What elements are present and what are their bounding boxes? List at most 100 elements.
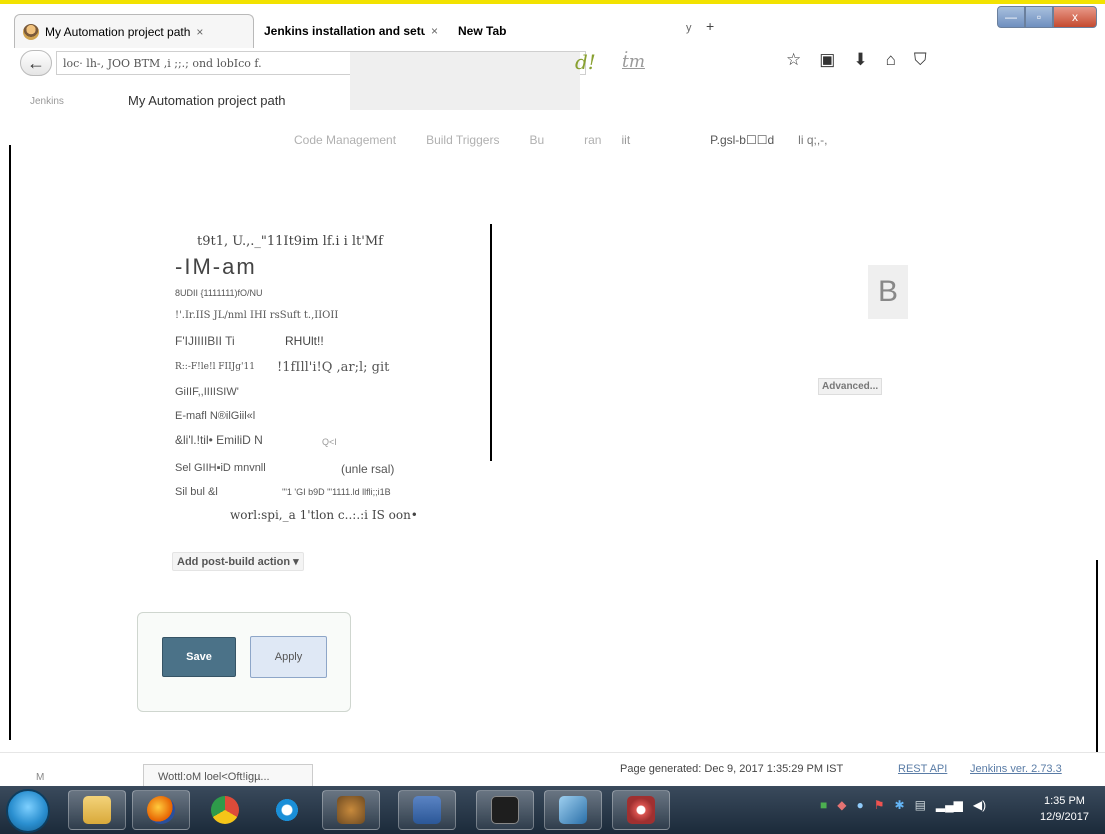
tray-chrome-icon[interactable]: ● xyxy=(856,798,863,812)
tray-flag-icon[interactable]: ⚑ xyxy=(874,798,885,812)
list-item[interactable]: Sil bul &l xyxy=(175,486,218,498)
menu-divider xyxy=(490,224,492,461)
list-item[interactable]: '"1 'GI b9D "'1111.ld llfli;;i1B xyxy=(282,487,391,497)
reader-marker: ṫm xyxy=(622,52,645,72)
maximize-button[interactable]: ▫ xyxy=(1025,6,1053,28)
tray-volume-icon[interactable]: ◀) xyxy=(973,798,986,812)
tab-misc[interactable]: iit xyxy=(621,133,630,147)
downloads-icon[interactable]: ⬇ xyxy=(853,50,867,70)
tab-jenkins-installation[interactable]: Jenkins installation and setup × xyxy=(256,14,446,48)
taskbar-gimp[interactable] xyxy=(322,790,380,830)
tray-network-app-icon[interactable]: ◆ xyxy=(837,798,846,812)
list-item[interactable]: Q<I xyxy=(322,437,337,447)
close-window-button[interactable]: x xyxy=(1053,6,1097,28)
page-generated-timestamp: Page generated: Dec 9, 2017 1:35:29 PM I… xyxy=(620,763,844,775)
tray-device-icon[interactable]: ▤ xyxy=(915,798,926,812)
tab-source-code-management[interactable]: Code Management xyxy=(294,133,396,147)
list-item[interactable]: -IM-am xyxy=(175,254,257,280)
rest-api-link[interactable]: REST API xyxy=(898,763,947,775)
folder-icon xyxy=(83,796,111,824)
snipping-tool-icon xyxy=(627,796,655,824)
bookmarks-library-icon[interactable]: ▣ xyxy=(819,50,835,70)
new-tab-button[interactable]: + xyxy=(706,18,714,34)
bookmark-marker: d! xyxy=(575,50,596,74)
back-button[interactable]: ← xyxy=(20,50,52,76)
taskbar-word[interactable] xyxy=(398,790,456,830)
list-item[interactable]: 8UDII {1111111)fO/NU xyxy=(175,288,263,298)
right-edge-divider xyxy=(1096,560,1098,760)
tray-app-icon[interactable]: ■ xyxy=(820,798,827,812)
window-controls: — ▫ x xyxy=(997,6,1097,28)
tab-build-triggers[interactable]: Build Triggers xyxy=(426,133,499,147)
gimp-icon xyxy=(337,796,365,824)
list-item[interactable]: E-mafl N®ilGiil«l xyxy=(175,410,255,422)
left-edge-divider xyxy=(9,145,11,740)
chrome-icon xyxy=(211,796,239,824)
footer-marker: M xyxy=(36,772,45,783)
list-item[interactable]: Sel GIIH▪iD mnvnll xyxy=(175,462,266,474)
jenkins-favicon-icon xyxy=(23,23,39,40)
tab-title: Jenkins installation and setup xyxy=(264,24,425,38)
taskbar-chrome[interactable] xyxy=(196,790,254,830)
chevron-down-icon: ▾ xyxy=(293,556,299,568)
home-icon[interactable]: ⌂ xyxy=(886,50,896,70)
page-title[interactable]: My Automation project path xyxy=(128,93,286,108)
firefox-icon xyxy=(147,796,175,824)
taskbar-internet-explorer[interactable] xyxy=(258,790,316,830)
internet-explorer-icon xyxy=(273,796,301,824)
start-button[interactable] xyxy=(6,789,50,833)
tab-new-tab[interactable]: New Tab xyxy=(450,14,560,48)
breadcrumb-jenkins[interactable]: Jenkins xyxy=(30,96,64,107)
tab-list-dropdown-icon[interactable]: y xyxy=(686,22,692,34)
apply-button[interactable]: Apply xyxy=(250,636,327,678)
tab-title: My Automation project path xyxy=(45,24,191,39)
toolbar-icons: ☆ ▣ ⬇ ⌂ ⛉ xyxy=(786,50,927,70)
close-tab-icon[interactable]: × xyxy=(196,25,203,39)
tab-strip: My Automation project path × Jenkins ins… xyxy=(0,4,1105,48)
list-item[interactable]: R::-F!le!l FIIJg'11 xyxy=(175,362,255,372)
tray-bluetooth-icon[interactable]: ✱ xyxy=(895,798,905,812)
list-item[interactable]: !1fIll'i!Q ,ar;l; git xyxy=(277,360,389,375)
save-button[interactable]: Save xyxy=(162,637,236,677)
url-text: loc· lh-, JOO BTM ,i ;;.; ond lobIco f. xyxy=(63,56,262,70)
taskbar-firefox[interactable] xyxy=(132,790,190,830)
tab-post-build-actions[interactable]: P.gsl-b☐☐d xyxy=(710,133,774,147)
bookmark-star-icon[interactable]: ☆ xyxy=(786,50,801,70)
tab-title: New Tab xyxy=(458,24,507,38)
list-item[interactable]: RHUlt!! xyxy=(285,334,324,348)
close-tab-icon[interactable]: × xyxy=(431,24,438,38)
browser-status-bar: Wottl:oM loel<Oft!igµ... xyxy=(143,764,313,788)
notes-icon xyxy=(559,796,587,824)
jenkins-version-link[interactable]: Jenkins ver. 2.73.3 xyxy=(970,763,1062,775)
clock-date: 12/9/2017 xyxy=(1040,811,1089,823)
taskbar-notes[interactable] xyxy=(544,790,602,830)
list-item[interactable]: (unle rsal) xyxy=(341,462,394,476)
pocket-icon[interactable]: ⛉ xyxy=(914,50,927,70)
taskbar-clock[interactable]: 1:35 PM 12/9/2017 xyxy=(1040,793,1089,825)
taskbar-terminal[interactable] xyxy=(476,790,534,830)
tab-build[interactable]: ran xyxy=(584,133,601,147)
config-section-tabs: Code Management Build Triggers Bu ran ii… xyxy=(294,133,858,147)
help-icon[interactable]: B xyxy=(868,265,908,319)
minimize-button[interactable]: — xyxy=(997,6,1025,28)
system-tray: ■ ◆ ● ⚑ ✱ ▤ ▂▄▆ ◀) xyxy=(820,798,986,812)
advanced-button[interactable]: Advanced... xyxy=(818,378,883,395)
add-post-build-label: Add post-build action xyxy=(177,556,291,568)
url-overlay-block xyxy=(350,52,580,110)
list-item[interactable]: !'.Ir.IIS JL/nml IHI rsSuft t.,IIOII xyxy=(175,310,338,321)
list-item[interactable]: F'IJIIIIBII Ti xyxy=(175,334,235,348)
tab-extra[interactable]: li q;,-, xyxy=(798,133,827,147)
terminal-icon xyxy=(491,796,519,824)
list-item[interactable]: GiIIF,,IIIISIW' xyxy=(175,386,239,398)
add-post-build-action-button[interactable]: Add post-build action ▾ xyxy=(172,552,304,571)
tab-build-environment[interactable]: Bu xyxy=(529,133,544,147)
tab-my-automation-project[interactable]: My Automation project path × xyxy=(14,14,254,48)
taskbar-file-explorer[interactable] xyxy=(68,790,126,830)
taskbar-snipping-tool[interactable] xyxy=(612,790,670,830)
list-item[interactable]: worl:spi,_a 1'tlon c..:.:i IS oon• xyxy=(230,508,418,522)
word-icon xyxy=(413,796,441,824)
list-item[interactable]: t9t1, U.,._"11It9im lf.i i lt'Mf xyxy=(197,234,383,249)
tray-signal-icon[interactable]: ▂▄▆ xyxy=(936,798,963,812)
list-item[interactable]: &li'l.!til• EmiliD N xyxy=(175,433,263,447)
clock-time: 1:35 PM xyxy=(1043,795,1085,807)
